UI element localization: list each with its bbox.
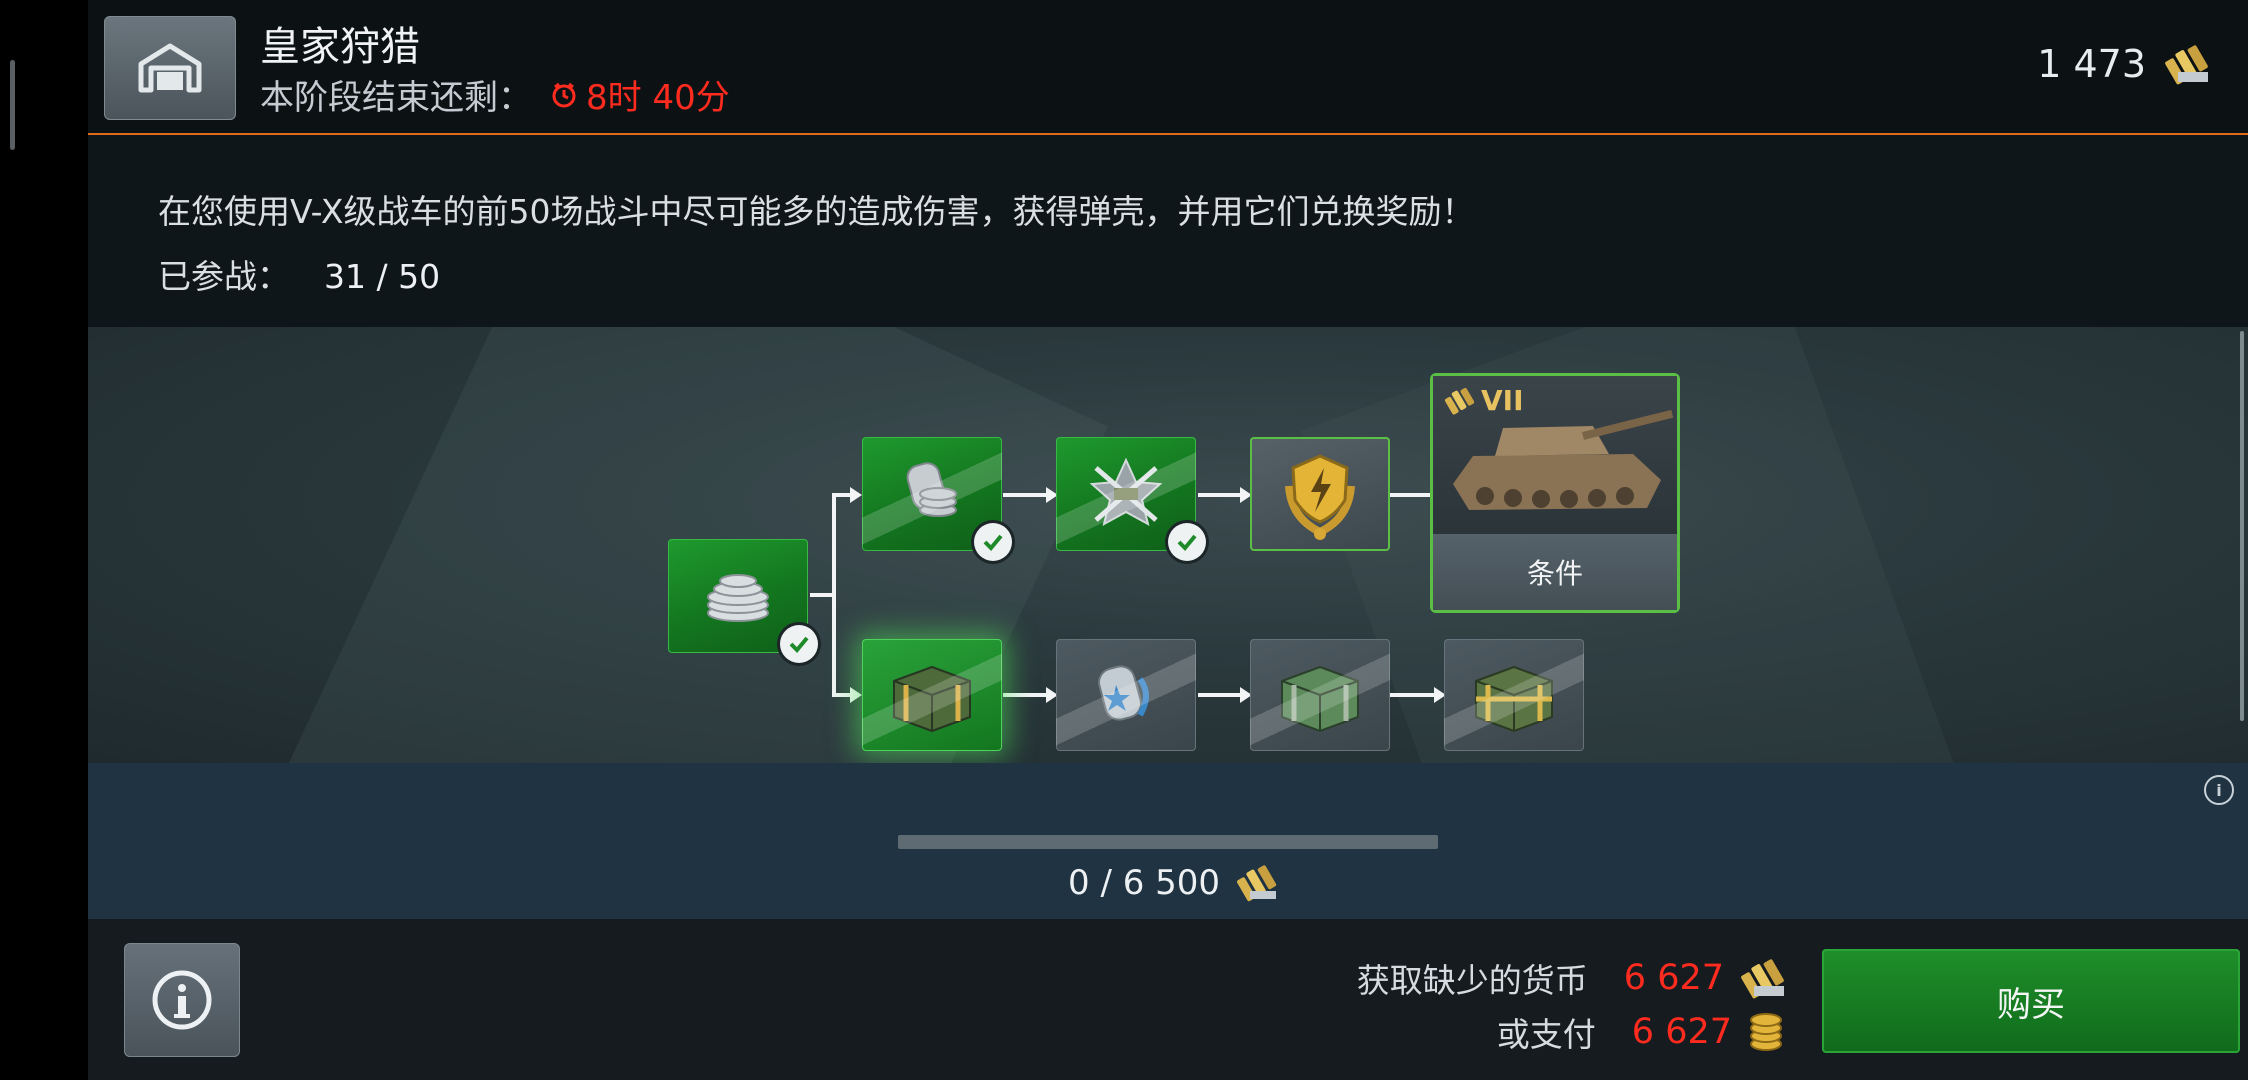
event-title: 皇家狩猎 <box>260 24 420 70</box>
tank-tier: VII <box>1443 384 1524 417</box>
tier-label: VII <box>1481 384 1524 417</box>
buy-button[interactable]: 购买 <box>1822 949 2240 1053</box>
tank-reward-card[interactable]: VII 条件 <box>1430 373 1680 613</box>
completed-check-icon <box>974 523 1012 561</box>
garage-icon <box>138 43 202 93</box>
reward-node-credits[interactable] <box>668 539 818 663</box>
gold-payment-row: 或支付 6 627 <box>1357 1005 1788 1059</box>
missing-currency-label: 获取缺少的货币 <box>1356 961 1588 1000</box>
shells-currency-icon <box>1444 387 1475 415</box>
missing-currency-row: 获取缺少的货币 6 627 <box>1357 951 1788 1005</box>
left-rail <box>0 0 88 1080</box>
completed-check-icon <box>1168 523 1206 561</box>
conditions-button[interactable]: 条件 <box>1433 534 1677 610</box>
progress-counter: 0 / 6 500 <box>1068 863 1280 903</box>
payment-options: 获取缺少的货币 6 627 或支付 6 627 <box>1357 951 1788 1059</box>
shells-currency-icon <box>1237 865 1277 902</box>
reward-tree: VII 条件 <box>88 327 2248 763</box>
event-screen: 皇家狩猎 本阶段结束还剩： 8时 40分 1 473 在您使用V-X级战车的前5… <box>88 0 2248 1080</box>
stage-scrollbar[interactable] <box>2240 331 2244 721</box>
reward-node-container-2[interactable] <box>1250 639 1390 751</box>
shells-currency-icon <box>2165 45 2208 85</box>
credits-stack-icon <box>707 574 769 622</box>
event-description: 在您使用V-X级战车的前50场战斗中尽可能多的造成伤害，获得弹壳，并用它们兑换奖… <box>88 135 2248 327</box>
info-circle-icon <box>152 970 212 1030</box>
timer-value: 8时 40分 <box>586 78 730 118</box>
gold-price-value: 6 627 <box>1631 1012 1732 1052</box>
reward-node-camouflage[interactable] <box>1056 437 1206 561</box>
gold-laurel-medal-icon <box>1285 454 1355 540</box>
completed-check-icon <box>780 625 818 663</box>
edge-handle[interactable] <box>10 60 15 150</box>
shell-currency-balance: 1 473 <box>2037 42 2212 86</box>
progress-bar <box>898 835 1438 849</box>
shells-currency-icon <box>1741 959 1784 999</box>
battles-value: 31 / 50 <box>324 257 441 296</box>
info-icon[interactable]: i <box>2204 775 2234 805</box>
reward-node-boosters[interactable] <box>1056 639 1196 751</box>
info-button[interactable] <box>124 943 240 1057</box>
or-pay-label: 或支付 <box>1496 1015 1596 1054</box>
description-text: 在您使用V-X级战车的前50场战斗中尽可能多的造成伤害，获得弹壳，并用它们兑换奖… <box>158 192 1475 231</box>
header: 皇家狩猎 本阶段结束还剩： 8时 40分 1 473 <box>88 0 2248 135</box>
stage-timer: 本阶段结束还剩： 8时 40分 <box>260 70 730 119</box>
tank-preview: VII <box>1433 376 1677 534</box>
reward-node-token[interactable] <box>862 437 1012 561</box>
reward-node-medal[interactable] <box>1250 437 1390 551</box>
gold-coins-icon <box>1750 1013 1782 1051</box>
missing-currency-value: 6 627 <box>1623 958 1724 998</box>
reward-node-container-3[interactable] <box>1444 639 1584 751</box>
garage-button[interactable] <box>104 16 236 120</box>
progress-section: i 0 / 6 500 <box>88 763 2248 919</box>
shell-currency-amount: 1 473 <box>2037 42 2146 86</box>
progress-value: 0 / 6 500 <box>1068 863 1221 903</box>
timer-label: 本阶段结束还剩： <box>260 78 532 118</box>
reward-node-container-1[interactable] <box>862 639 1002 751</box>
timer-icon <box>552 82 576 107</box>
battles-label: 已参战： <box>158 257 290 296</box>
footer: 获取缺少的货币 6 627 或支付 6 627 购买 <box>88 919 2248 1080</box>
battles-counter: 已参战： 31 / 50 <box>158 250 440 298</box>
